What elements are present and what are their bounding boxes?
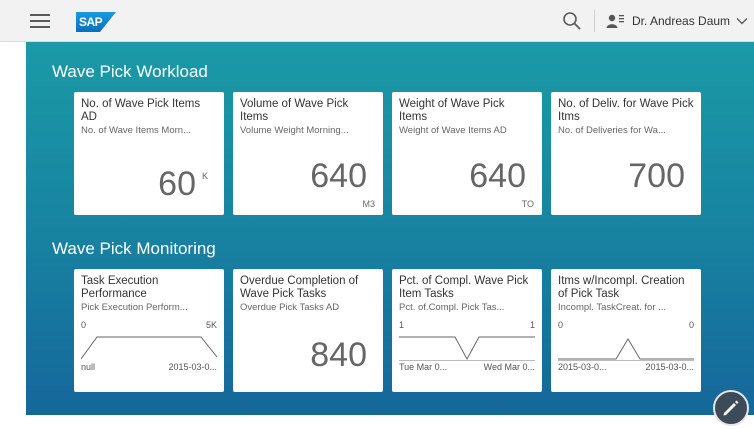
kpi-unit: TO: [521, 199, 534, 209]
tile-title: Task Execution Performance: [81, 275, 159, 300]
section-title-monitoring: Wave Pick Monitoring: [52, 239, 216, 258]
chart-top-right-label: 1: [529, 320, 535, 330]
kpi-unit: M3: [362, 199, 375, 209]
tile-kpi: 60 K: [158, 156, 208, 204]
tile-subtitle: Pct. of.Compl. Pick Tas...: [399, 302, 505, 313]
search-icon[interactable]: [562, 11, 582, 31]
tile-subtitle: Overdue Pick Tasks AD: [240, 302, 340, 313]
tile-title: Volume of Wave Pick Items: [240, 98, 349, 123]
user-name: Dr. Andreas Daum: [632, 14, 731, 28]
tile-deliveries-wave-pick[interactable]: No. of Deliv. for Wave Pick Itms No. of …: [551, 92, 701, 215]
tile-title: Pct. of Compl. Wave Pick Item Tasks: [399, 275, 529, 300]
trend-line-chart: [399, 336, 535, 361]
edit-home-button[interactable]: [713, 390, 749, 426]
chart-top-right-label: 5K: [205, 320, 217, 330]
section-title-workload: Wave Pick Workload: [52, 62, 208, 81]
tile-pct-compl-wave-pick[interactable]: Pct. of Compl. Wave Pick Item Tasks Pct.…: [392, 269, 542, 392]
chart-top-right-label: 0: [688, 320, 694, 330]
kpi-scale: K: [201, 171, 208, 181]
tile-itms-incompl-creation[interactable]: Itms w/Incompl. Creation of Pick Task In…: [551, 269, 701, 392]
chart-bottom-left-label: 2015-03-0...: [558, 362, 607, 372]
tile-title: No. of Deliv. for Wave Pick Itms: [558, 98, 694, 123]
kpi-value: 640: [469, 157, 526, 195]
tile-title: Itms w/Incompl. Creation of Pick Task: [558, 275, 685, 300]
tile-subtitle: No. of Wave Items Morn...: [81, 125, 191, 136]
tile-volume-wave-pick[interactable]: Volume of Wave Pick Items Volume Weight …: [233, 92, 383, 215]
user-icon: [606, 14, 624, 28]
tile-overdue-completion[interactable]: Overdue Completion of Wave Pick Tasks Ov…: [233, 269, 383, 392]
chart-top-left-label: 0: [81, 320, 87, 330]
chevron-down-icon[interactable]: [736, 15, 748, 27]
tile-title: No. of Wave Pick Items AD: [81, 98, 201, 123]
pencil-icon: [723, 400, 739, 416]
tile-subtitle: Incompl. TaskCreat. for ...: [558, 302, 667, 313]
tile-subtitle: Pick Execution Perform...: [81, 302, 188, 313]
kpi-value: 700: [628, 157, 685, 195]
chart-bottom-left-label: Tue Mar 0...: [399, 362, 448, 372]
kpi-value: 640: [310, 157, 367, 195]
chart-bottom-right-label: Wed Mar 0...: [483, 362, 535, 372]
trend-line-chart: [81, 336, 217, 360]
sap-logo[interactable]: SAP: [76, 12, 116, 32]
tile-title: Overdue Completion of Wave Pick Tasks: [240, 275, 359, 300]
toolbar-divider: [594, 10, 595, 32]
tile-weight-wave-pick[interactable]: Weight of Wave Pick Items Weight of Wave…: [392, 92, 542, 215]
shell-bar: SAP Dr. Andreas Daum: [0, 0, 754, 42]
tile-task-execution-performance[interactable]: Task Execution Performance Pick Executio…: [74, 269, 224, 392]
tile-title: Weight of Wave Pick Items: [399, 98, 505, 123]
chart-bottom-right-label: 2015-03-0...: [168, 362, 217, 372]
tile-subtitle: No. of Deliveries for Wa...: [558, 125, 666, 136]
tile-subtitle: Weight of Wave Items AD: [399, 125, 507, 136]
user-menu[interactable]: Dr. Andreas Daum: [606, 10, 748, 32]
kpi-value: 840: [310, 336, 367, 374]
tile-kpi: 640: [469, 156, 526, 196]
chart-top-left-label: 0: [558, 320, 564, 330]
tile-kpi: 700: [628, 156, 685, 196]
tile-kpi: 840: [310, 335, 367, 375]
hamburger-menu-icon[interactable]: [30, 14, 50, 28]
tile-wave-pick-items[interactable]: No. of Wave Pick Items AD No. of Wave It…: [74, 92, 224, 215]
chart-bottom-right-label: 2015-03-0...: [645, 362, 694, 372]
kpi-value: 60: [158, 165, 196, 203]
chart-bottom-left-label: null: [81, 362, 96, 372]
trend-line-chart: [558, 338, 694, 361]
tile-kpi: 640: [310, 156, 367, 196]
tile-subtitle: Volume Weight Morning...: [240, 125, 349, 136]
chart-top-left-label: 1: [399, 320, 405, 330]
